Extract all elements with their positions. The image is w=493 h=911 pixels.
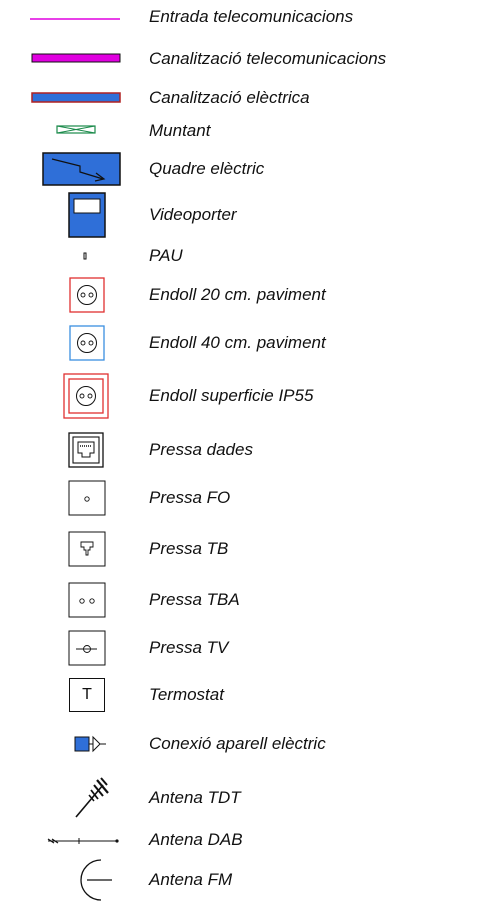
- socket-ip55-icon: [0, 372, 152, 420]
- legend-row-riser: Muntant: [0, 119, 493, 143]
- legend-row-video-intercom: Videoporter: [0, 192, 493, 238]
- dab-antenna-icon: [0, 828, 152, 852]
- socket-20cm-floor-icon: [0, 277, 152, 313]
- socket-40cm-floor-icon: [0, 325, 152, 361]
- legend-label: Antena FM: [149, 870, 233, 889]
- thermostat-glyph: T: [69, 678, 105, 712]
- legend-row-dtt-antenna: Antena TDT: [0, 776, 493, 820]
- legend-row-fiber-outlet: Pressa FO: [0, 479, 493, 517]
- riser-icon: [0, 119, 152, 143]
- tv-outlet-icon: [0, 630, 152, 666]
- legend-row-socket-ip55: Endoll superficie IP55: [0, 372, 493, 420]
- pau-icon: [0, 245, 152, 267]
- legend-label: Endoll 20 cm. paviment: [149, 285, 326, 304]
- legend-label: Videoporter: [149, 205, 237, 224]
- legend: Entrada telecomunicacions Canalització t…: [0, 0, 493, 911]
- legend-row-socket-40cm: Endoll 40 cm. paviment: [0, 325, 493, 361]
- legend-label: Pressa TBA: [149, 590, 240, 609]
- video-intercom-icon: [0, 192, 152, 238]
- legend-row-socket-20cm: Endoll 20 cm. paviment: [0, 277, 493, 313]
- legend-label: Quadre elèctric: [149, 159, 265, 178]
- legend-row-telecom-conduit: Canalització telecomunicacions: [0, 47, 493, 71]
- dtt-antenna-icon: [0, 776, 152, 820]
- legend-label: Pressa TB: [149, 539, 229, 558]
- legend-row-appliance-connection: Conexió aparell elèctric: [0, 731, 493, 757]
- legend-label: Pressa TV: [149, 638, 229, 657]
- legend-row-thermostat: T Termostat: [0, 677, 493, 713]
- thermostat-icon: T: [0, 677, 152, 713]
- legend-row-tv-outlet: Pressa TV: [0, 630, 493, 666]
- legend-row-telecom-entry: Entrada telecomunicacions: [0, 5, 493, 29]
- electric-conduit-icon: [0, 86, 152, 110]
- telecom-entry-line-icon: [0, 5, 152, 29]
- legend-label: Antena DAB: [149, 830, 243, 849]
- data-outlet-icon: [0, 431, 152, 469]
- legend-row-dab-antenna: Antena DAB: [0, 828, 493, 852]
- legend-label: Endoll 40 cm. paviment: [149, 333, 326, 352]
- tba-outlet-icon: [0, 582, 152, 618]
- legend-label: PAU: [149, 246, 183, 265]
- legend-label: Conexió aparell elèctric: [149, 734, 326, 753]
- legend-label: Termostat: [149, 685, 224, 704]
- legend-label: Entrada telecomunicacions: [149, 7, 354, 26]
- legend-label: Pressa FO: [149, 488, 231, 507]
- fm-antenna-icon: [0, 856, 152, 904]
- electrical-panel-icon: [0, 152, 152, 186]
- legend-label: Endoll superficie IP55: [149, 386, 314, 405]
- tb-outlet-icon: [0, 531, 152, 567]
- legend-row-tb-outlet: Pressa TB: [0, 531, 493, 567]
- legend-label: Pressa dades: [149, 440, 253, 459]
- fiber-outlet-icon: [0, 479, 152, 517]
- legend-row-electrical-panel: Quadre elèctric: [0, 152, 493, 186]
- legend-row-data-outlet: Pressa dades: [0, 431, 493, 469]
- appliance-connection-icon: [0, 731, 152, 757]
- legend-row-pau: PAU: [0, 245, 493, 267]
- legend-label: Canalització elèctrica: [149, 88, 310, 107]
- legend-label: Canalització telecomunicacions: [149, 49, 387, 68]
- legend-label: Antena TDT: [149, 788, 241, 807]
- legend-row-tba-outlet: Pressa TBA: [0, 582, 493, 618]
- telecom-conduit-icon: [0, 47, 152, 71]
- legend-label: Muntant: [149, 121, 211, 140]
- legend-row-electric-conduit: Canalització elèctrica: [0, 86, 493, 110]
- legend-row-fm-antenna: Antena FM: [0, 856, 493, 904]
